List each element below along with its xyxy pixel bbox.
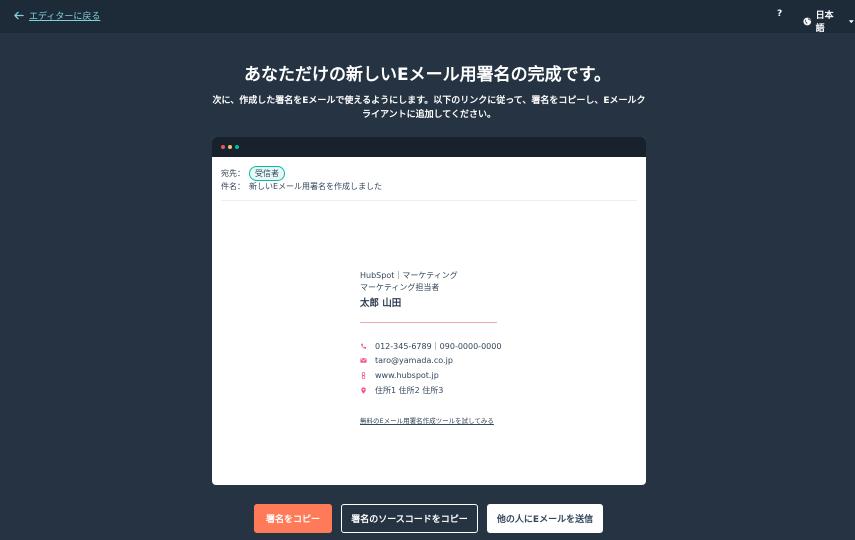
header-divider [221,200,637,201]
help-button[interactable]: ? [777,9,782,19]
signature-name: 太郎 山田 [360,298,402,309]
subject-field: 件名： 新しいEメール用署名を作成しました [221,181,382,192]
page-title: あなただけの新しいEメール用署名の完成です。 [244,65,611,85]
copy-signature-button[interactable]: 署名をコピー [254,504,332,533]
globe-icon [803,17,812,25]
signature-block: HubSpot｜マーケティング マーケティング担当者 太郎 山田 [360,270,500,309]
signature-phone-row: 012-345-6789｜090-0000-0000 [360,341,501,352]
signature-email-row: taro@yamada.co.jp [360,356,453,365]
window-close-dot-icon [221,145,225,149]
language-selector[interactable]: 日本語 [803,8,855,34]
link-icon [361,372,366,379]
language-label: 日本語 [815,11,834,34]
window-minimize-dot-icon [228,145,232,149]
subject-label: 件名： [221,182,245,191]
arrow-left-icon [14,11,24,20]
back-to-editor-link[interactable]: エディターに戻る [13,9,100,22]
email-preview-card: 宛先： 受信者 件名： 新しいEメール用署名を作成しました HubSpot｜マー… [212,137,646,485]
signature-email: taro@yamada.co.jp [375,356,453,365]
copy-source-code-button[interactable]: 署名のソースコードをコピー [341,504,478,533]
signature-role: マーケティング担当者 [360,283,440,292]
window-title-bar [212,137,646,157]
location-pin-icon [361,387,366,394]
to-label: 宛先： [221,169,245,178]
to-field: 宛先： 受信者 [221,166,285,181]
subject-value: 新しいEメール用署名を作成しました [249,182,383,191]
send-email-button[interactable]: 他の人にEメールを送信 [487,504,603,533]
mail-icon [360,358,367,363]
chevron-down-icon [849,19,855,23]
recipient-chip: 受信者 [249,166,285,181]
phone-icon [361,343,367,349]
signature-phone: 012-345-6789｜090-0000-0000 [375,342,502,351]
top-bar: エディターに戻る ? 日本語 [0,0,855,34]
window-maximize-dot-icon [235,145,239,149]
signature-divider [360,322,497,323]
signature-website-row: www.hubspot.jp [360,371,439,380]
signature-address-row: 住所1 住所2 住所3 [360,385,443,396]
back-to-editor-label: エディターに戻る [29,12,101,22]
page-subtitle: 次に、作成した署名をEメールで使えるようにします。以下のリンクに従って、署名をコ… [212,96,646,120]
signature-address: 住所1 住所2 住所3 [375,386,444,395]
signature-company: HubSpot｜マーケティング [360,271,458,280]
signature-website: www.hubspot.jp [375,371,439,380]
try-signature-generator-link[interactable]: 無料のEメール用署名作成ツールを試してみる [360,415,494,425]
